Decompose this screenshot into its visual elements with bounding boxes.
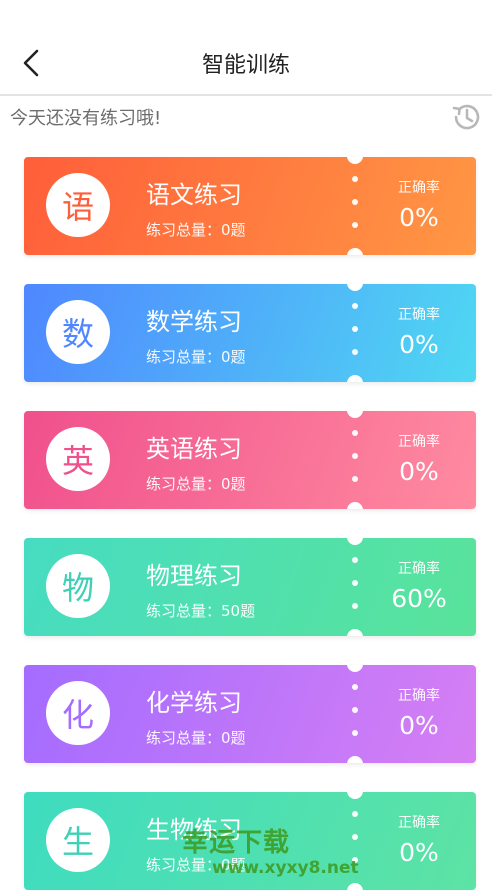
ticket-divider <box>352 303 358 363</box>
ticket-divider <box>352 176 358 236</box>
subject-name: 物理练习 <box>146 562 242 590</box>
watermark-url: www.xyxy8.net <box>212 858 359 878</box>
page-title: 智能训练 <box>201 53 290 78</box>
subject-name: 数学练习 <box>146 308 242 336</box>
subject-card[interactable]: 物 物理练习练习总量：50题 正确率 60% <box>24 538 476 636</box>
subject-char: 化 <box>61 696 94 734</box>
accuracy-label: 正确率 <box>398 815 440 831</box>
practice-total: 练习总量：50题 <box>146 602 256 620</box>
accuracy-value: 0% <box>399 457 439 486</box>
subject-name: 化学练习 <box>146 689 242 717</box>
ticket-divider <box>352 557 358 617</box>
history-button[interactable] <box>450 100 484 134</box>
practice-total: 练习总量：0题 <box>146 348 246 366</box>
practice-notice: 今天还没有练习哦! <box>10 108 162 129</box>
subject-badge: 数 <box>46 300 110 364</box>
practice-total: 练习总量：0题 <box>146 729 246 747</box>
subject-char: 生 <box>61 823 94 861</box>
accuracy-label: 正确率 <box>398 688 440 704</box>
ticket-divider <box>352 684 358 744</box>
history-icon <box>452 104 480 130</box>
subject-card[interactable]: 语 语文练习练习总量：0题 正确率 0% <box>24 157 476 255</box>
subject-name: 英语练习 <box>146 435 242 463</box>
practice-total: 练习总量：0题 <box>146 221 246 239</box>
ticket-divider <box>352 430 358 490</box>
subject-name: 语文练习 <box>146 181 242 209</box>
accuracy-label: 正确率 <box>398 434 440 450</box>
subject-char: 英 <box>61 442 94 480</box>
accuracy-label: 正确率 <box>398 561 440 577</box>
subject-badge: 生 <box>46 808 110 872</box>
subject-badge: 物 <box>46 554 110 618</box>
subject-char: 数 <box>61 315 94 353</box>
subject-card[interactable]: 数 数学练习练习总量：0题 正确率 0% <box>24 284 476 382</box>
subject-card[interactable]: 化 化学练习练习总量：0题 正确率 0% <box>24 665 476 763</box>
accuracy-value: 0% <box>399 330 439 359</box>
subject-badge: 英 <box>46 427 110 491</box>
subject-char: 语 <box>61 188 94 226</box>
subject-char: 物 <box>61 569 94 607</box>
watermark-text: 幸运下载 <box>182 828 291 858</box>
accuracy-value: 0% <box>399 203 439 232</box>
subject-card[interactable]: 英 英语练习练习总量：0题 正确率 0% <box>24 411 476 509</box>
accuracy-label: 正确率 <box>398 307 440 323</box>
accuracy-value: 60% <box>391 584 447 613</box>
subject-badge: 化 <box>46 681 110 745</box>
accuracy-label: 正确率 <box>398 180 440 196</box>
accuracy-value: 0% <box>399 711 439 740</box>
header-bar: 智能训练 <box>0 0 492 96</box>
practice-total: 练习总量：0题 <box>146 475 246 493</box>
accuracy-value: 0% <box>399 838 439 867</box>
subject-badge: 语 <box>46 173 110 237</box>
